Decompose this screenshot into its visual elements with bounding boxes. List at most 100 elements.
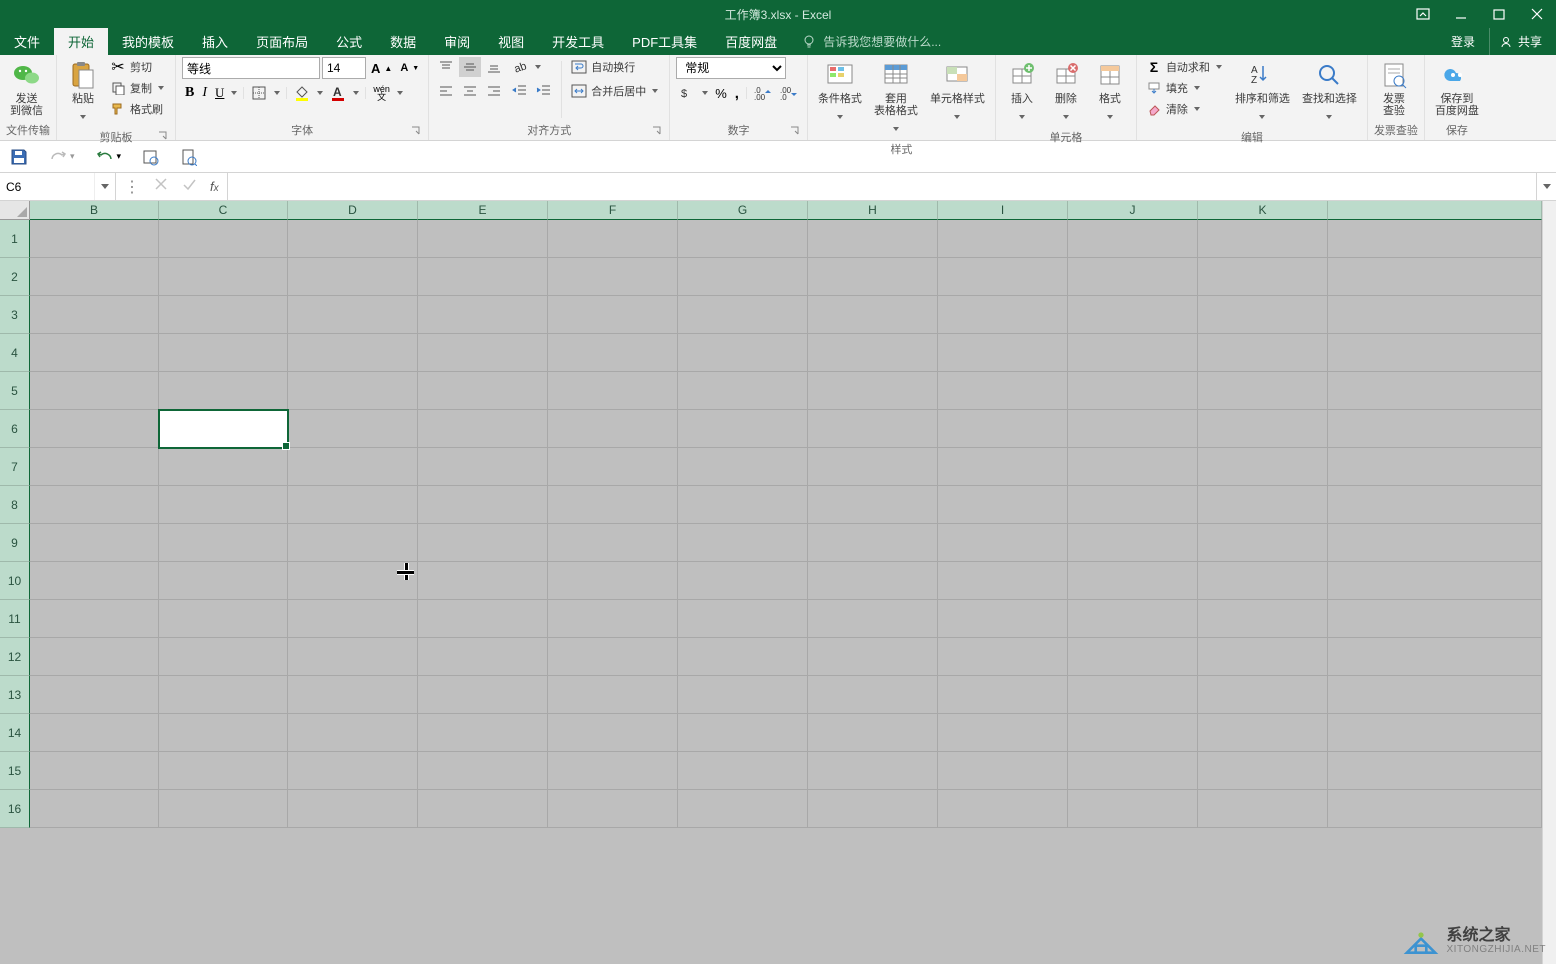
cell[interactable]	[1328, 296, 1542, 334]
borders-button[interactable]	[248, 83, 270, 103]
format-cells-dropdown[interactable]	[1105, 107, 1115, 127]
cell[interactable]	[1068, 638, 1198, 676]
align-top-button[interactable]	[435, 57, 457, 77]
cell[interactable]	[938, 524, 1068, 562]
insert-function-button[interactable]: fx	[210, 179, 219, 194]
cell[interactable]	[678, 220, 808, 258]
cell[interactable]	[808, 562, 938, 600]
wrap-text-button[interactable]: 自动换行	[568, 57, 663, 77]
formula-input[interactable]	[228, 173, 1536, 200]
cut-button[interactable]: ✂剪切	[107, 57, 169, 77]
cell[interactable]	[1198, 752, 1328, 790]
copy-dropdown[interactable]	[156, 78, 166, 98]
cell[interactable]	[159, 448, 288, 486]
underline-dropdown[interactable]	[229, 83, 239, 103]
share-button[interactable]: 共享	[1489, 28, 1550, 55]
cell[interactable]	[678, 752, 808, 790]
sign-in-button[interactable]: 登录	[1443, 28, 1483, 55]
cell[interactable]	[418, 220, 548, 258]
tab-view[interactable]: 视图	[484, 28, 538, 55]
cell[interactable]	[1198, 524, 1328, 562]
cell[interactable]	[159, 524, 288, 562]
row-header[interactable]: 13	[0, 676, 30, 714]
align-center-button[interactable]	[459, 81, 481, 101]
cell[interactable]	[1198, 486, 1328, 524]
row-header[interactable]: 10	[0, 562, 30, 600]
cell[interactable]	[938, 638, 1068, 676]
cell[interactable]	[938, 790, 1068, 828]
cells-area[interactable]	[30, 220, 1542, 964]
cell[interactable]	[678, 790, 808, 828]
cell[interactable]	[808, 410, 938, 448]
cell[interactable]	[30, 714, 159, 752]
column-header[interactable]: I	[938, 201, 1068, 220]
cell[interactable]	[418, 258, 548, 296]
cell[interactable]	[808, 258, 938, 296]
number-launcher[interactable]	[789, 126, 801, 138]
cell[interactable]	[808, 524, 938, 562]
cell[interactable]	[938, 676, 1068, 714]
table-style-dropdown[interactable]	[891, 119, 901, 139]
cell[interactable]	[418, 524, 548, 562]
ribbon-display-options-icon[interactable]	[1404, 0, 1442, 28]
cell[interactable]	[938, 562, 1068, 600]
column-header[interactable]: F	[548, 201, 678, 220]
cell[interactable]	[418, 562, 548, 600]
cell[interactable]	[1198, 372, 1328, 410]
tab-my-templates[interactable]: 我的模板	[108, 28, 188, 55]
cell[interactable]	[548, 410, 678, 448]
cell[interactable]	[1328, 334, 1542, 372]
autosum-button[interactable]: Σ自动求和	[1143, 57, 1227, 77]
cell[interactable]	[1328, 790, 1542, 828]
enter-formula-button[interactable]	[182, 177, 196, 196]
borders-dropdown[interactable]	[272, 83, 282, 103]
cell[interactable]	[288, 676, 418, 714]
cell[interactable]	[808, 714, 938, 752]
cell[interactable]	[159, 334, 288, 372]
invoice-verify-button[interactable]: 发票查验	[1374, 57, 1414, 119]
row-header[interactable]: 14	[0, 714, 30, 752]
cell[interactable]	[1328, 752, 1542, 790]
tab-file[interactable]: 文件	[0, 28, 54, 55]
row-header[interactable]: 3	[0, 296, 30, 334]
tab-pdf-tools[interactable]: PDF工具集	[618, 28, 711, 55]
conditional-formatting-dropdown[interactable]	[835, 107, 845, 127]
cell[interactable]	[159, 638, 288, 676]
cell[interactable]	[678, 334, 808, 372]
font-name-combo[interactable]	[182, 57, 320, 79]
cell[interactable]	[288, 790, 418, 828]
cell[interactable]	[938, 410, 1068, 448]
phonetic-guide-button[interactable]: wén文	[370, 83, 393, 103]
cell[interactable]	[1198, 676, 1328, 714]
merge-dropdown[interactable]	[650, 81, 660, 101]
cell[interactable]	[1198, 448, 1328, 486]
cell[interactable]	[1198, 600, 1328, 638]
conditional-formatting-button[interactable]: 条件格式	[814, 57, 866, 129]
cell[interactable]	[1328, 562, 1542, 600]
cell[interactable]	[548, 334, 678, 372]
cell[interactable]	[808, 220, 938, 258]
cell[interactable]	[548, 638, 678, 676]
column-header[interactable]: E	[418, 201, 548, 220]
cell[interactable]	[288, 334, 418, 372]
cell[interactable]	[1328, 714, 1542, 752]
cell[interactable]	[808, 790, 938, 828]
cell[interactable]	[808, 638, 938, 676]
cell[interactable]	[288, 448, 418, 486]
fill-dropdown[interactable]	[1192, 78, 1202, 98]
cell[interactable]	[30, 334, 159, 372]
clear-button[interactable]: 清除	[1143, 99, 1227, 119]
cell[interactable]	[548, 486, 678, 524]
tab-formulas[interactable]: 公式	[322, 28, 376, 55]
cell[interactable]	[288, 562, 418, 600]
cell[interactable]	[159, 220, 288, 258]
cell[interactable]	[548, 714, 678, 752]
cell[interactable]	[808, 372, 938, 410]
tab-developer[interactable]: 开发工具	[538, 28, 618, 55]
format-cells-button[interactable]: 格式	[1090, 57, 1130, 129]
cell[interactable]	[938, 334, 1068, 372]
cell[interactable]	[1328, 638, 1542, 676]
cell[interactable]	[159, 790, 288, 828]
italic-button[interactable]: I	[199, 83, 210, 103]
cell[interactable]	[1328, 220, 1542, 258]
